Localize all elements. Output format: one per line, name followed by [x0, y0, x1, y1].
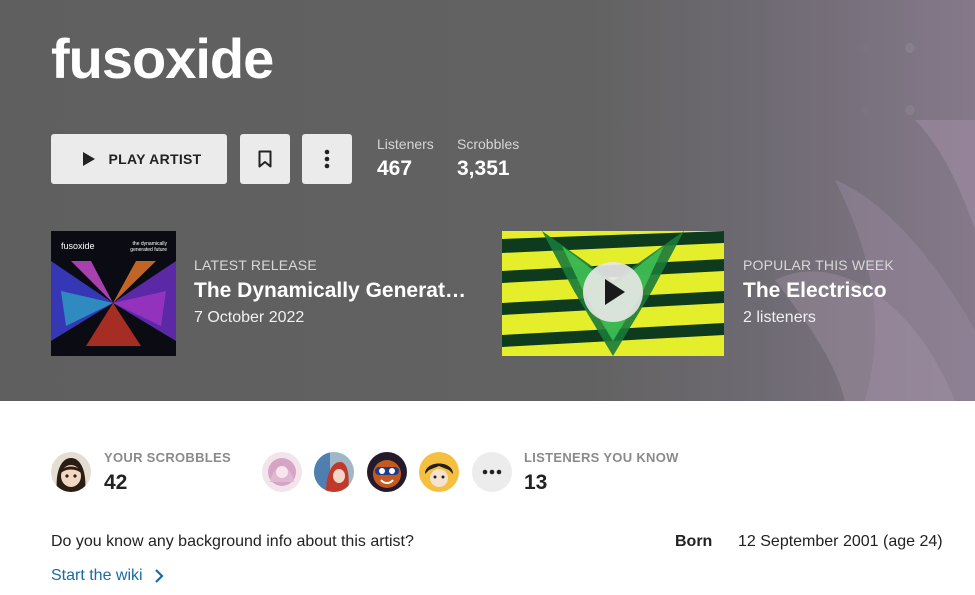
popular-track-title[interactable]: The Electrisco [743, 279, 963, 303]
your-scrobbles-label: YOUR SCROBBLES [104, 450, 231, 465]
friend-avatar[interactable] [419, 452, 459, 492]
bookmark-icon [258, 150, 272, 168]
friend-avatar[interactable] [367, 452, 407, 492]
svg-text:generated future: generated future [130, 247, 167, 253]
born-value: 12 September 2001 (age 24) [738, 533, 943, 550]
album-cover-art: fusoxide the dynamically generated futur… [51, 231, 176, 356]
more-listeners-button[interactable] [472, 452, 512, 492]
popular-track-video[interactable] [502, 231, 724, 356]
your-scrobbles-count: 42 [104, 471, 128, 494]
play-artist-button[interactable]: PLAY ARTIST [51, 134, 227, 184]
scrobbles-label: Scrobbles [457, 136, 520, 152]
start-wiki-label: Start the wiki [51, 567, 143, 584]
scrobbles-count: 3,351 [457, 157, 510, 180]
cover-artist-text: fusoxide [61, 241, 95, 251]
start-wiki-link[interactable]: Start the wiki [51, 567, 167, 585]
latest-release-title[interactable]: The Dynamically Generated Future [194, 279, 469, 303]
play-artist-label: PLAY ARTIST [108, 151, 202, 167]
chevron-right-icon [154, 569, 164, 583]
wiki-question: Do you know any background info about th… [51, 533, 414, 550]
latest-release-tag: LATEST RELEASE [194, 257, 317, 273]
popular-tag: POPULAR THIS WEEK [743, 257, 894, 273]
popular-track-info: POPULAR THIS WEEK The Electrisco 2 liste… [743, 257, 963, 327]
listeners-count: 467 [377, 157, 413, 180]
avatar[interactable] [51, 452, 91, 492]
born-label: Born [675, 533, 713, 550]
header-background-art [775, 43, 975, 401]
your-scrobbles-text: YOUR SCROBBLES 42 [104, 450, 231, 495]
popular-track-listeners: 2 listeners [743, 309, 816, 326]
friend-avatar[interactable] [262, 452, 302, 492]
artist-header: fusoxide PLAY ARTIST Listeners 467 Scrob… [0, 0, 975, 401]
listeners-you-know-label: LISTENERS YOU KNOW [524, 450, 679, 465]
listeners-you-know-count: 13 [524, 471, 548, 494]
more-horizontal-icon [482, 469, 502, 475]
video-thumbnail [502, 231, 724, 356]
listeners-you-know: LISTENERS YOU KNOW 13 [524, 450, 679, 495]
scrobbles-stat: Scrobbles 3,351 [457, 136, 519, 181]
friend-avatar[interactable] [314, 452, 354, 492]
latest-release-info: LATEST RELEASE The Dynamically Generated… [194, 257, 469, 327]
listeners-label: Listeners [377, 136, 434, 152]
listeners-stat: Listeners 467 [377, 136, 434, 181]
artist-name: fusoxide [51, 27, 274, 90]
play-icon [83, 152, 96, 166]
bookmark-button[interactable] [240, 134, 290, 184]
latest-release-cover[interactable]: fusoxide the dynamically generated futur… [51, 231, 176, 356]
more-vertical-icon [324, 149, 330, 169]
more-options-button[interactable] [302, 134, 352, 184]
latest-release-date: 7 October 2022 [194, 309, 305, 326]
